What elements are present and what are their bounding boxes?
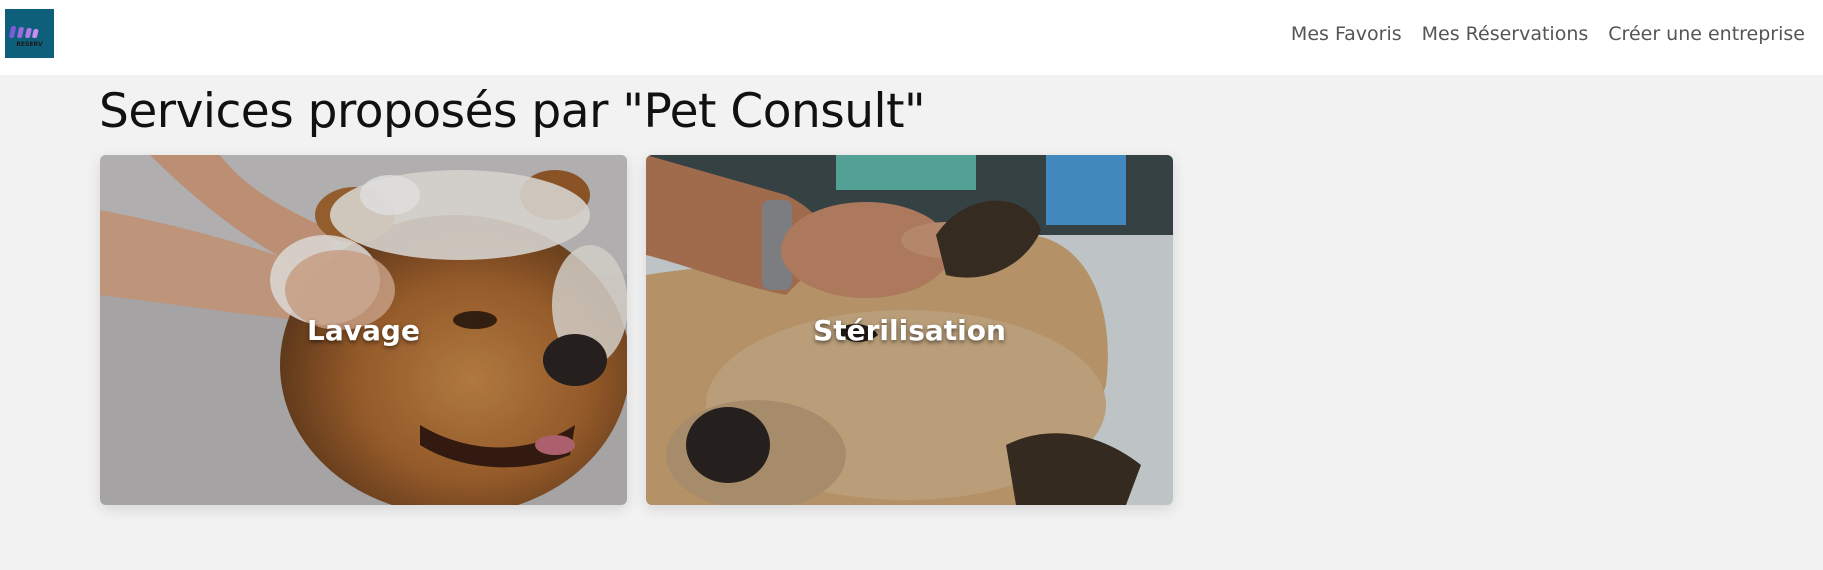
reserv-logo-icon[interactable]: RESERV xyxy=(5,9,54,58)
nav-link-reservations[interactable]: Mes Réservations xyxy=(1422,23,1589,45)
service-card-sterilisation[interactable]: Stérilisation xyxy=(646,155,1173,505)
nav-link-creer-entreprise[interactable]: Créer une entreprise xyxy=(1608,23,1805,45)
service-card-lavage[interactable]: Lavage xyxy=(100,155,627,505)
nav-links: Mes Favoris Mes Réservations Créer une e… xyxy=(1291,0,1805,68)
service-label-sterilisation: Stérilisation xyxy=(813,313,1006,347)
nav-link-favoris[interactable]: Mes Favoris xyxy=(1291,23,1402,45)
logo-text: RESERV xyxy=(16,41,43,48)
page-title: Services proposés par "Pet Consult" xyxy=(99,84,926,139)
service-label-lavage: Lavage xyxy=(307,313,420,347)
navbar: RESERV Mes Favoris Mes Réservations Crée… xyxy=(0,0,1823,75)
